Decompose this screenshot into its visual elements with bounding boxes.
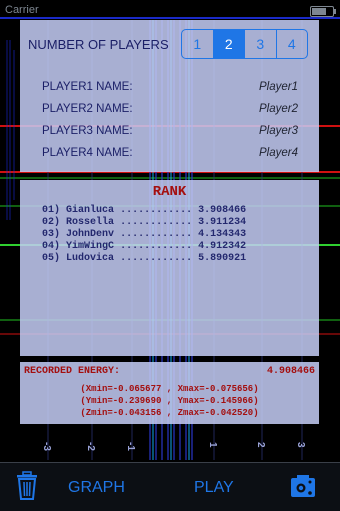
status-bar: Carrier (0, 0, 340, 20)
player3-name-label: PLAYER3 NAME: (42, 125, 133, 137)
rank-entry: 02) Rossella ............ 3.911234 (42, 217, 247, 228)
player2-row: PLAYER2 NAME: Player2 (42, 103, 298, 119)
player4-name-field[interactable]: Player4 (259, 147, 298, 159)
player1-row: PLAYER1 NAME: Player1 (42, 81, 298, 97)
rank-entry: 04) YimWingC ............ 4.912342 (42, 241, 247, 252)
rank-entry: 05) Ludovica ............ 5.890921 (42, 253, 247, 264)
y-range-text: (Ymin=-0.239690 , Ymax=-0.145966) (80, 396, 259, 406)
trash-icon[interactable] (15, 471, 39, 506)
battery-icon (310, 6, 336, 17)
players-option-4[interactable]: 4 (275, 30, 308, 58)
energy-panel: RECORDED ENERGY: 4.908466 (Xmin=-0.06567… (20, 362, 319, 424)
z-range-text: (Zmin=-0.043156 , Zmax=-0.042520) (80, 408, 259, 418)
players-option-1[interactable]: 1 (182, 30, 213, 58)
players-option-2[interactable]: 2 (212, 30, 244, 58)
recorded-energy-value: 4.908466 (266, 366, 315, 377)
player2-name-label: PLAYER2 NAME: (42, 103, 133, 115)
player3-name-field[interactable]: Player3 (259, 125, 298, 137)
player1-name-label: PLAYER1 NAME: (42, 81, 133, 93)
x-range-text: (Xmin=-0.065677 , Xmax=-0.075656) (80, 384, 259, 394)
number-of-players-label: NUMBER OF PLAYERS (28, 37, 169, 52)
players-option-3[interactable]: 3 (244, 30, 276, 58)
svg-text:-3: -3 (41, 442, 52, 451)
svg-text:1: 1 (207, 442, 218, 448)
number-of-players-selector[interactable]: 1 2 3 4 (181, 29, 308, 59)
svg-text:3: 3 (295, 442, 306, 448)
recorded-energy-label: RECORDED ENERGY: (24, 366, 121, 377)
bottom-toolbar: GRAPH PLAY (0, 462, 340, 511)
svg-text:-2: -2 (85, 442, 96, 451)
play-button[interactable]: PLAY (194, 479, 234, 497)
carrier-label: Carrier (5, 4, 39, 16)
player4-row: PLAYER4 NAME: Player4 (42, 147, 298, 163)
rank-panel: RANK 01) Gianluca ............ 3.908466 … (20, 180, 319, 356)
rank-entry: 03) JohnDenv ............ 4.134343 (42, 229, 247, 240)
rank-entry: 01) Gianluca ............ 3.908466 (42, 205, 247, 216)
player1-name-field[interactable]: Player1 (259, 81, 298, 93)
graph-button[interactable]: GRAPH (68, 479, 125, 497)
player4-name-label: PLAYER4 NAME: (42, 147, 133, 159)
svg-text:-1: -1 (125, 442, 136, 451)
player2-name-field[interactable]: Player2 (259, 103, 298, 115)
svg-text:2: 2 (255, 442, 266, 448)
player3-row: PLAYER3 NAME: Player3 (42, 125, 298, 141)
players-panel: NUMBER OF PLAYERS 1 2 3 4 PLAYER1 NAME: … (20, 20, 319, 172)
camera-settings-icon[interactable] (289, 473, 317, 504)
rank-title: RANK (152, 184, 187, 200)
